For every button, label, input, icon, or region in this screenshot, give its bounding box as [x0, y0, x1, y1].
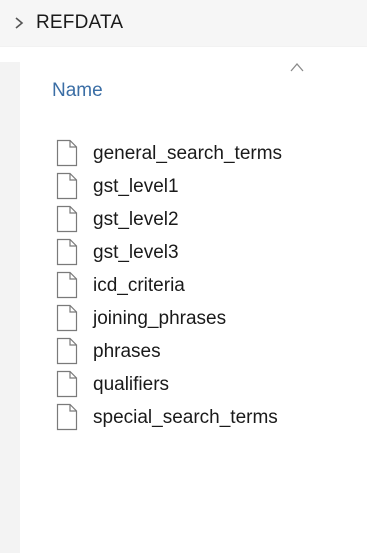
breadcrumb: REFDATA [0, 0, 367, 47]
file-explorer-window: REFDATA Name general_search_terms gst_lev… [0, 0, 367, 553]
file-name: gst_level2 [93, 209, 179, 230]
list-item[interactable]: gst_level1 [50, 172, 350, 205]
file-list: general_search_terms gst_level1 gst_level2… [50, 139, 350, 436]
file-name: general_search_terms [93, 143, 283, 164]
file-name: gst_level3 [93, 242, 179, 263]
document-icon [56, 271, 78, 299]
sort-ascending-icon [288, 60, 306, 72]
document-icon [56, 337, 78, 365]
document-icon [56, 139, 78, 167]
breadcrumb-folder[interactable]: REFDATA [36, 13, 123, 33]
chevron-right-icon[interactable] [12, 13, 26, 33]
list-item[interactable]: phrases [50, 337, 350, 370]
file-name: phrases [93, 341, 161, 362]
document-icon [56, 205, 78, 233]
document-icon [56, 370, 78, 398]
document-icon [56, 304, 78, 332]
file-name: joining_phrases [93, 308, 227, 329]
document-icon [56, 172, 78, 200]
column-header-name[interactable]: Name [52, 80, 103, 102]
list-item[interactable]: joining_phrases [50, 304, 350, 337]
document-icon [56, 238, 78, 266]
list-item[interactable]: gst_level2 [50, 205, 350, 238]
list-item[interactable]: qualifiers [50, 370, 350, 403]
file-name: gst_level1 [93, 176, 179, 197]
list-item[interactable]: gst_level3 [50, 238, 350, 271]
list-item[interactable]: icd_criteria [50, 271, 350, 304]
navigation-pane-edge [0, 62, 20, 553]
document-icon [56, 403, 78, 431]
file-name: icd_criteria [93, 275, 185, 296]
file-name: qualifiers [93, 374, 170, 395]
file-name: special_search_terms [93, 407, 278, 428]
list-item[interactable]: general_search_terms [50, 139, 350, 172]
list-item[interactable]: special_search_terms [50, 403, 350, 436]
